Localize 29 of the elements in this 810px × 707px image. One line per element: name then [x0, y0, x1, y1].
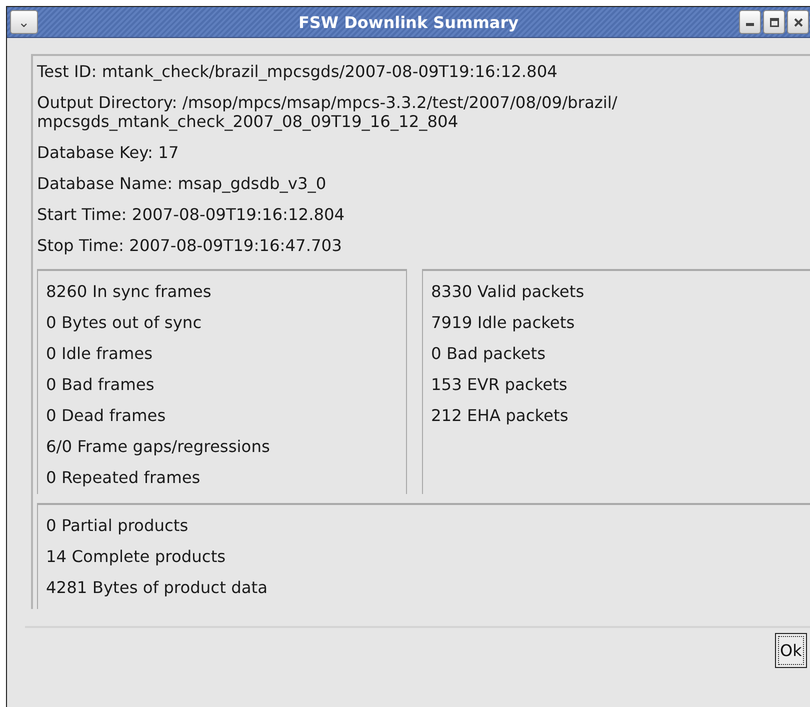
- frame-stat: 8260 In sync frames: [46, 281, 212, 303]
- frame-stat: 6/0 Frame gaps/regressions: [46, 436, 271, 458]
- close-icon: [794, 18, 802, 26]
- window-menu-button[interactable]: ⌄: [10, 10, 38, 34]
- frame-stat: 0 Repeated frames: [46, 467, 202, 489]
- close-button[interactable]: [787, 10, 809, 34]
- packet-stat: 0 Bad packets: [431, 343, 547, 365]
- ok-button[interactable]: Ok: [775, 633, 807, 668]
- packet-stat: 153 EVR packets: [431, 374, 568, 396]
- frame-stat: 0 Bytes out of sync: [46, 312, 203, 334]
- frame-stat: 0 Dead frames: [46, 405, 167, 427]
- frame-stat: 0 Bad frames: [46, 374, 156, 396]
- product-stat: 4281 Bytes of product data: [46, 577, 269, 599]
- info-text: Database Key: 17: [37, 142, 180, 164]
- product-stat: 0 Partial products: [46, 515, 190, 537]
- window-title: FSW Downlink Summary: [297, 12, 520, 32]
- info-text: Stop Time: 2007-08-09T19:16:47.703: [37, 235, 343, 257]
- frame-stat: 0 Idle frames: [46, 343, 154, 365]
- info-text: Start Time: 2007-08-09T19:16:12.804: [37, 204, 346, 226]
- info-text: Database Name: msap_gdsdb_v3_0: [37, 173, 328, 195]
- packet-stat: 212 EHA packets: [431, 405, 570, 427]
- maximize-icon: [770, 18, 778, 26]
- minimize-button[interactable]: [739, 10, 761, 34]
- packet-stat: 8330 Valid packets: [431, 281, 586, 303]
- product-stat: 14 Complete products: [46, 546, 227, 568]
- maximize-button[interactable]: [763, 10, 785, 34]
- info-text: Output Directory: /msop/mpcs/msap/mpcs-3.3.2/test/2007/08/09/brazil/ mpcsgds_mtank_check_2007_08_09T19_16_12_804: [37, 92, 618, 133]
- packet-stat: 7919 Idle packets: [431, 312, 576, 334]
- info-text: Test ID: mtank_check/brazil_mpcsgds/2007-08-09T19:16:12.804: [37, 61, 558, 83]
